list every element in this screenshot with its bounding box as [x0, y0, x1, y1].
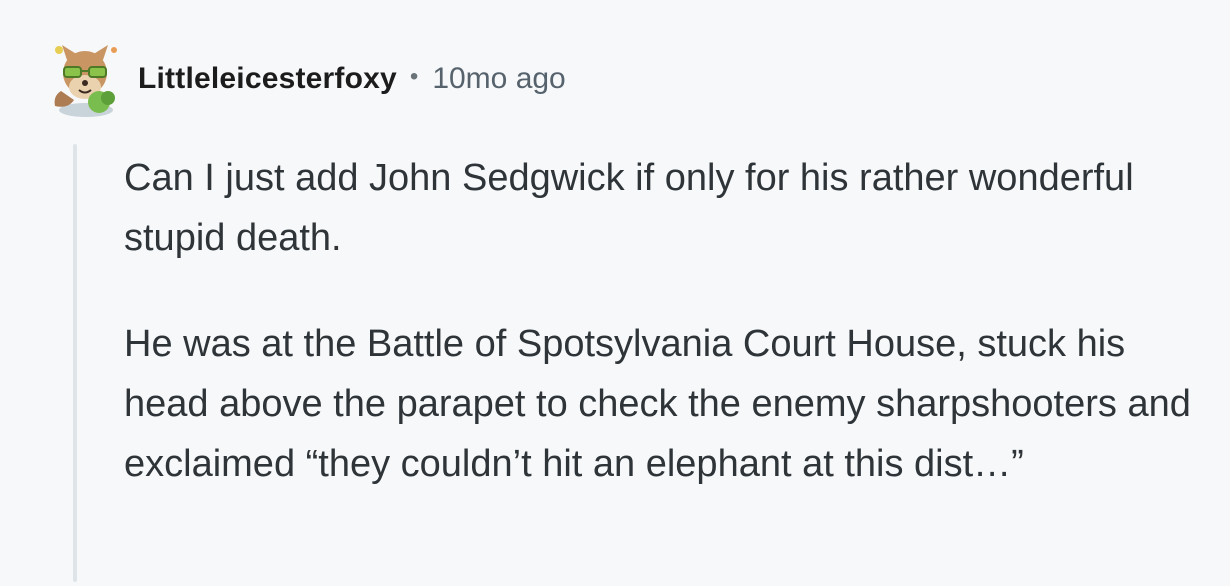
comment-body: Can I just add John Sedgwick if only for… [124, 148, 1199, 494]
comment-paragraph: He was at the Battle of Spotsylvania Cou… [124, 323, 1191, 485]
comment-author[interactable]: Littleleicesterfoxy [138, 62, 397, 96]
thread-line[interactable] [73, 144, 77, 582]
fox-snoo-avatar-icon[interactable] [44, 40, 126, 118]
comment-paragraph: Can I just add John Sedgwick if only for… [124, 157, 1134, 259]
comment: Littleleicesterfoxy • 10mo ago Can I jus… [0, 0, 1230, 586]
comment-header: Littleleicesterfoxy • 10mo ago [44, 40, 566, 118]
meta-separator: • [409, 63, 419, 90]
comment-timestamp[interactable]: 10mo ago [432, 62, 565, 96]
